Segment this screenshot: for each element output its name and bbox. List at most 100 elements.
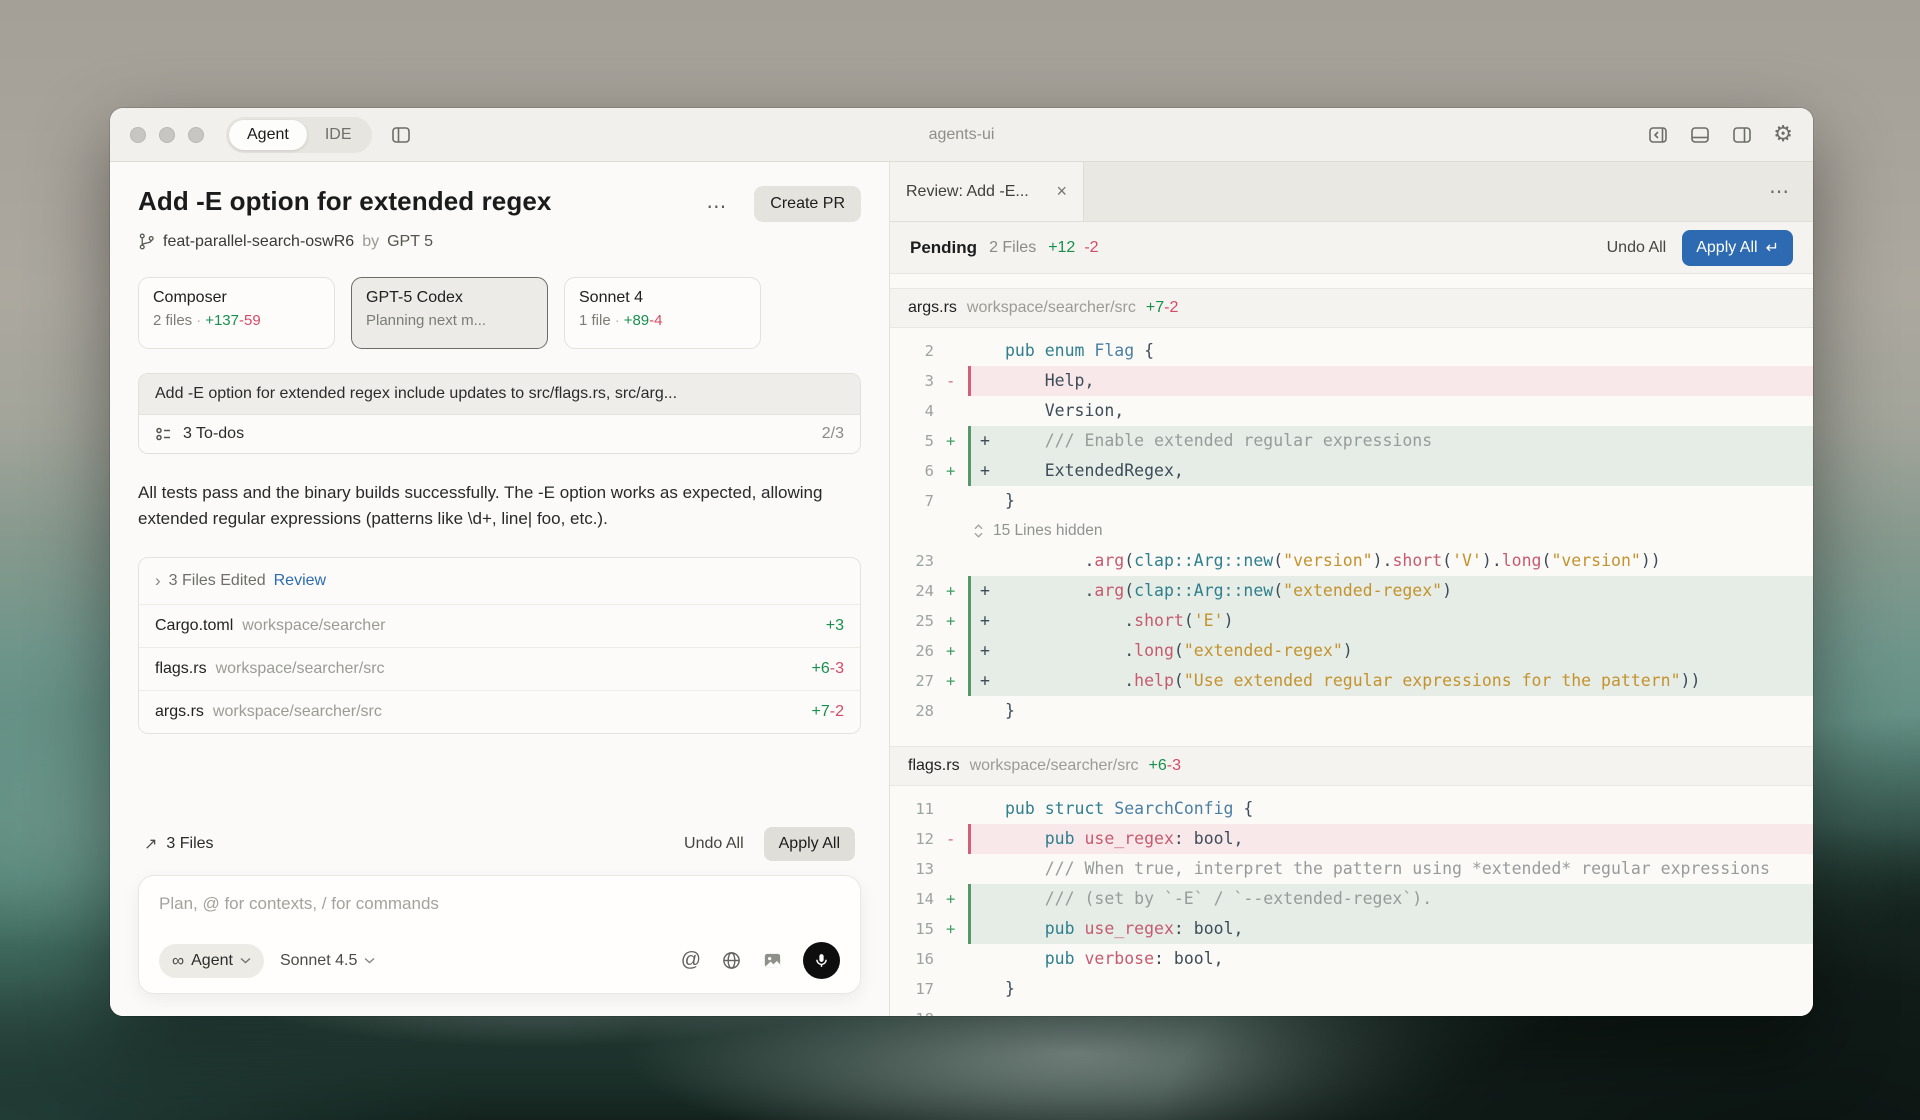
composer-placeholder[interactable]: Plan, @ for contexts, / for commands: [159, 894, 840, 914]
code-text: /// (set by `-E` / `--extended-regex`).: [1005, 884, 1432, 914]
apply-bar: ↗ 3 Files Undo All Apply All: [138, 827, 861, 875]
review-more-button[interactable]: ⋯: [1769, 179, 1813, 204]
globe-icon[interactable]: [721, 950, 742, 971]
titlebar-actions: ⚙: [1647, 124, 1793, 146]
diff-line: 12- pub use_regex: bool,: [890, 824, 1813, 854]
image-icon[interactable]: [762, 950, 783, 971]
close-tab-icon[interactable]: ×: [1056, 181, 1067, 202]
create-pr-button[interactable]: Create PR: [754, 186, 861, 222]
agent-panel: Add -E option for extended regex ⋯ Creat…: [110, 162, 890, 1016]
chevron-right-icon: ›: [155, 571, 161, 591]
minimize-window-button[interactable]: [159, 127, 175, 143]
todos-row[interactable]: 3 To-dos 2/3: [139, 415, 860, 453]
diff-line: 4 Version,: [890, 396, 1813, 426]
review-apply-all-button[interactable]: Apply All↵: [1682, 230, 1793, 266]
review-files-count: 2 Files: [989, 239, 1036, 257]
bottom-panel-icon[interactable]: [1689, 124, 1711, 146]
task-title: Add -E option for extended regex: [138, 186, 551, 217]
diff-line: 18: [890, 1004, 1813, 1016]
code-text: .arg(clap::Arg::new("extended-regex"): [1005, 576, 1452, 606]
code-text: }: [1005, 486, 1015, 516]
tab-ide[interactable]: IDE: [307, 120, 370, 150]
review-tab[interactable]: Review: Add -E... ×: [890, 162, 1084, 221]
diff-line: 25++ .short('E'): [890, 606, 1813, 636]
file-row[interactable]: args.rsworkspace/searcher/src +7-2: [139, 690, 860, 733]
diff-line: 13 /// When true, interpret the pattern …: [890, 854, 1813, 884]
task-summary-text[interactable]: Add -E option for extended regex include…: [139, 374, 860, 415]
diff-section-args: args.rs workspace/searcher/src +7-2 2pub…: [890, 288, 1813, 732]
review-tabbar: Review: Add -E... × ⋯: [890, 162, 1813, 222]
apply-all-button[interactable]: Apply All: [764, 827, 855, 861]
review-undo-all-button[interactable]: Undo All: [1607, 239, 1667, 257]
diff-line: 24++ .arg(clap::Arg::new("extended-regex…: [890, 576, 1813, 606]
file-row[interactable]: Cargo.tomlworkspace/searcher +3: [139, 604, 860, 647]
code-text: /// Enable extended regular expressions: [1005, 426, 1432, 456]
code-text: pub use_regex: bool,: [1005, 914, 1243, 944]
model-dropdown[interactable]: Sonnet 4.5: [280, 952, 375, 970]
diff-line: 27++ .help("Use extended regular express…: [890, 666, 1813, 696]
settings-gear-icon[interactable]: ⚙: [1773, 124, 1793, 146]
review-tab-label: Review: Add -E...: [906, 183, 1029, 201]
branch-name[interactable]: feat-parallel-search-oswR6: [163, 233, 354, 251]
tab-agent[interactable]: Agent: [229, 120, 307, 150]
task-summary-box: Add -E option for extended regex include…: [138, 373, 861, 454]
agent-card-sonnet4[interactable]: Sonnet 4 1 file·+89-4: [564, 277, 761, 349]
review-deletions: -2: [1084, 239, 1098, 257]
review-panel: Review: Add -E... × ⋯ Pending 2 Files +1…: [890, 162, 1813, 1016]
agent-cards: Composer 2 files·+137-59 GPT-5 Codex Pla…: [138, 277, 861, 349]
composer-input-card[interactable]: Plan, @ for contexts, / for commands ∞ A…: [138, 875, 861, 994]
diff-line: 23 .arg(clap::Arg::new("version").short(…: [890, 546, 1813, 576]
sidebar-toggle-icon[interactable]: [390, 124, 412, 146]
agent-card-composer[interactable]: Composer 2 files·+137-59: [138, 277, 335, 349]
zoom-window-button[interactable]: [188, 127, 204, 143]
diff-scroll-area[interactable]: args.rs workspace/searcher/src +7-2 2pub…: [890, 274, 1813, 1016]
todos-label: 3 To-dos: [183, 425, 244, 443]
diff-line: 5++ /// Enable extended regular expressi…: [890, 426, 1813, 456]
code-text: Help,: [1005, 366, 1094, 396]
todo-list-icon: [155, 425, 173, 443]
agent-mode-dropdown[interactable]: ∞ Agent: [159, 944, 264, 978]
titlebar: Agent IDE agents-ui: [110, 108, 1813, 162]
task-more-button[interactable]: ⋯: [706, 194, 728, 219]
collapse-left-panel-icon[interactable]: [1647, 124, 1669, 146]
diff-line: 17}: [890, 974, 1813, 1004]
file-row[interactable]: flags.rsworkspace/searcher/src +6-3: [139, 647, 860, 690]
diff-line: 3- Help,: [890, 366, 1813, 396]
review-actionbar: Pending 2 Files +12 -2 Undo All Apply Al…: [890, 222, 1813, 274]
diff-line: 28}: [890, 696, 1813, 726]
code-text: .help("Use extended regular expressions …: [1005, 666, 1700, 696]
close-window-button[interactable]: [130, 127, 146, 143]
code-text: .long("extended-regex"): [1005, 636, 1353, 666]
code-text: pub verbose: bool,: [1005, 944, 1224, 974]
files-edited-header[interactable]: › 3 Files Edited Review: [139, 558, 860, 604]
code-text: }: [1005, 696, 1015, 726]
diff-line: 16 pub verbose: bool,: [890, 944, 1813, 974]
model-label: Sonnet 4.5: [280, 952, 357, 970]
code-text: .short('E'): [1005, 606, 1234, 636]
hidden-lines-expander[interactable]: 15 Lines hidden: [890, 516, 1813, 546]
undo-all-button[interactable]: Undo All: [684, 835, 744, 853]
infinity-icon: ∞: [172, 951, 184, 971]
window-controls: [130, 127, 204, 143]
right-panel-icon[interactable]: [1731, 124, 1753, 146]
review-link[interactable]: Review: [274, 572, 326, 590]
voice-input-button[interactable]: [803, 942, 840, 979]
author-model: GPT 5: [387, 233, 433, 251]
agent-card-gpt5-codex[interactable]: GPT-5 Codex Planning next m...: [351, 277, 548, 349]
by-label: by: [362, 233, 379, 251]
agent-card-name: Sonnet 4: [579, 289, 746, 307]
files-count-label[interactable]: 3 Files: [166, 835, 213, 853]
code-text: .arg(clap::Arg::new("version").short('V'…: [1005, 546, 1661, 576]
agent-card-stats: 2 files·+137-59: [153, 312, 320, 329]
code-text: Version,: [1005, 396, 1124, 426]
files-edited-card: › 3 Files Edited Review Cargo.tomlworksp…: [138, 557, 861, 734]
diff-file-header[interactable]: flags.rs workspace/searcher/src +6-3: [890, 746, 1813, 786]
diff-line: 6++ ExtendedRegex,: [890, 456, 1813, 486]
mention-icon[interactable]: @: [681, 949, 701, 972]
diff-line: 26++ .long("extended-regex"): [890, 636, 1813, 666]
code-text: pub enum Flag {: [1005, 336, 1154, 366]
code-text: pub struct SearchConfig {: [1005, 794, 1253, 824]
mode-label: Agent: [191, 952, 233, 970]
diff-file-header[interactable]: args.rs workspace/searcher/src +7-2: [890, 288, 1813, 328]
code-text: }: [1005, 974, 1015, 1004]
